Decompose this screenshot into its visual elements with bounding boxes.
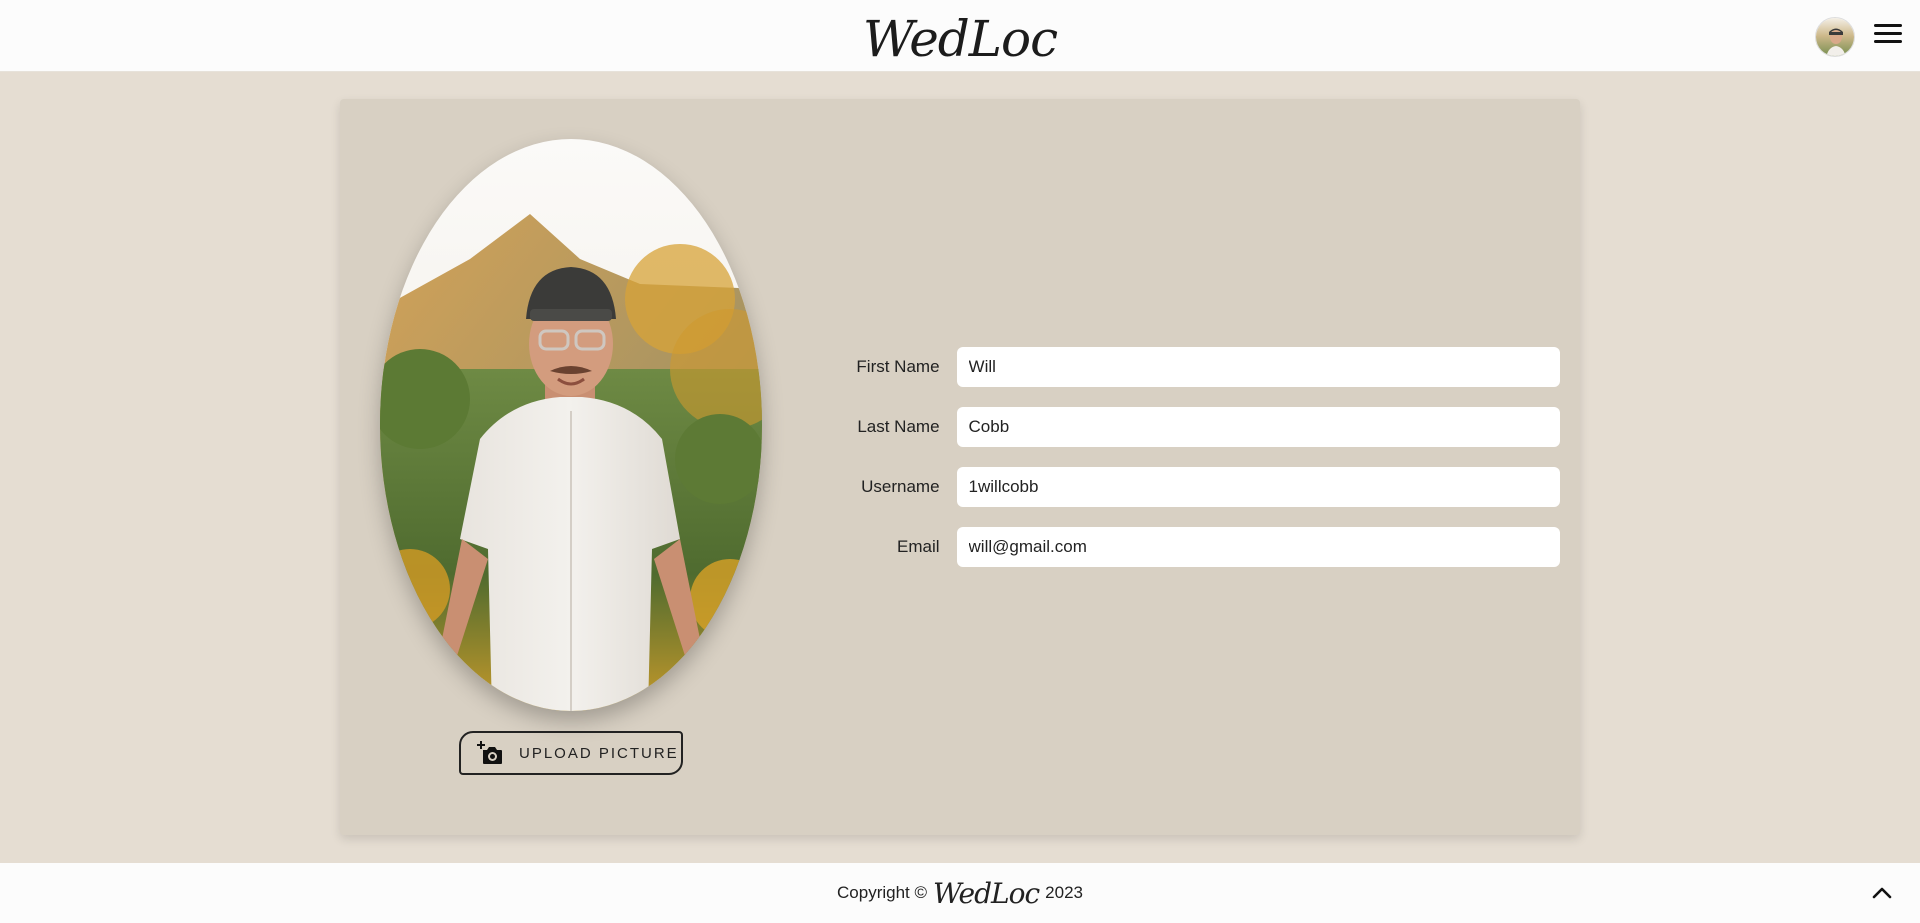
first-name-label: First Name bbox=[856, 357, 940, 376]
copyright-text: Copyright © bbox=[837, 883, 928, 902]
profile-photo bbox=[380, 139, 762, 711]
scroll-to-top-button[interactable] bbox=[1870, 882, 1894, 904]
copyright-year: 2023 bbox=[1045, 883, 1083, 902]
username-input[interactable] bbox=[956, 467, 1560, 507]
user-avatar-icon bbox=[1816, 18, 1854, 56]
first-name-input[interactable] bbox=[956, 347, 1560, 387]
last-name-row: Last Name bbox=[800, 407, 1560, 447]
email-input[interactable] bbox=[956, 527, 1560, 567]
username-label: Username bbox=[861, 477, 940, 496]
first-name-row: First Name bbox=[800, 347, 1560, 387]
footer: Copyright © WedLoc 2023 bbox=[0, 863, 1920, 923]
add-photo-camera-icon bbox=[477, 741, 502, 764]
top-nav-bar: WedLoc bbox=[0, 0, 1920, 72]
profile-photo-image bbox=[380, 139, 762, 711]
brand-logo[interactable]: WedLoc bbox=[0, 0, 1920, 72]
email-label: Email bbox=[897, 537, 940, 556]
footer-brand: WedLoc bbox=[933, 876, 1040, 910]
profile-card: UPLOAD PICTURE First Name Last Name User… bbox=[340, 99, 1580, 835]
profile-form: First Name Last Name Username Email bbox=[800, 347, 1560, 587]
upload-picture-label: UPLOAD PICTURE bbox=[519, 744, 679, 762]
hamburger-menu-icon[interactable] bbox=[1874, 24, 1902, 48]
email-row: Email bbox=[800, 527, 1560, 567]
last-name-input[interactable] bbox=[956, 407, 1560, 447]
upload-picture-button[interactable]: UPLOAD PICTURE bbox=[459, 731, 683, 775]
username-row: Username bbox=[800, 467, 1560, 507]
user-avatar[interactable] bbox=[1815, 17, 1855, 57]
chevron-up-icon bbox=[1872, 887, 1892, 899]
last-name-label: Last Name bbox=[857, 417, 940, 436]
